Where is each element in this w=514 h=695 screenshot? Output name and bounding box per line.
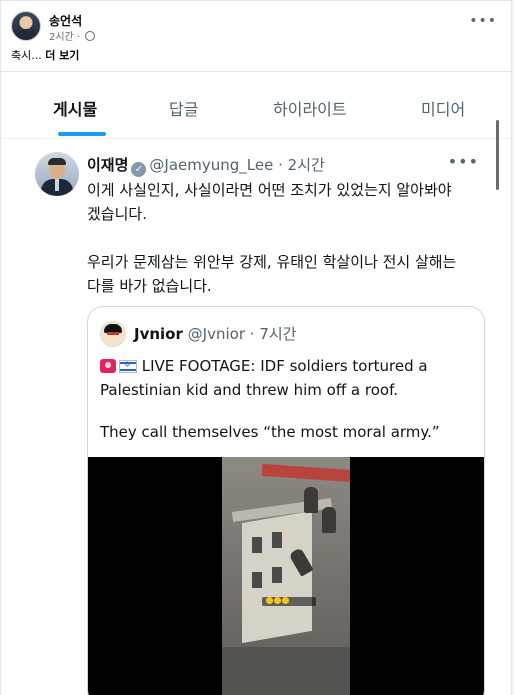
scrollbar[interactable] (496, 120, 499, 190)
separator-dot: · (278, 156, 283, 174)
tweet-author-name[interactable]: 이재명 (87, 156, 128, 174)
tweet-line: 우리가 문제삼는 위안부 강제, 유태인 학살이나 전시 살해는 (87, 253, 457, 271)
quoted-author-avatar[interactable] (100, 321, 126, 347)
post-time[interactable]: 2시간 (49, 32, 74, 43)
quoted-text-line: LIVE FOOTAGE: IDF soldiers tortured a (100, 357, 428, 375)
quoted-time[interactable]: 7시간 (259, 325, 296, 343)
see-more-link[interactable]: 더 보기 (45, 49, 79, 62)
quoted-line-3: They call themselves “the most moral arm… (100, 423, 440, 441)
embedded-screenshot[interactable]: 게시물 답글 하이라이트 미디어 이재명 ✓ @Jaemyung_Lee · 2시간… (1, 72, 511, 695)
more-options-icon[interactable]: ••• (469, 13, 497, 29)
tab-media[interactable]: 미디어 (421, 96, 465, 120)
tweet-line: 이게 사실인지, 사실이라면 어떤 조치가 있었는지 알아봐야 (87, 181, 452, 199)
quoted-line-2: Palestinian kid and threw him off a roof… (100, 381, 399, 399)
quoted-author-name[interactable]: Jvnior (134, 325, 183, 343)
caption-text: 축시... (11, 49, 42, 62)
quoted-header: Jvnior @Jvnior · 7시간 (134, 323, 297, 344)
active-tab-indicator (58, 132, 106, 136)
tweet-handle[interactable]: @Jaemyung_Lee (149, 156, 273, 174)
author-avatar[interactable] (11, 11, 41, 41)
post-caption: 축시... 더 보기 (11, 47, 79, 63)
tweet-line: 다를 바가 없습니다. (87, 277, 212, 295)
profile-tabs: 게시물 답글 하이라이트 미디어 (1, 72, 511, 138)
video-frame (222, 457, 350, 695)
tab-highlights[interactable]: 하이라이트 (273, 96, 347, 120)
video-player[interactable] (88, 457, 484, 695)
israel-flag-icon (119, 360, 137, 373)
quoted-line-1: LIVE FOOTAGE: IDF soldiers tortured a (137, 357, 428, 375)
tab-replies[interactable]: 답글 (169, 96, 198, 120)
facebook-post: 송언석 2시간 · ••• 축시... 더 보기 게시물 답글 하이라이트 미디… (0, 0, 512, 695)
post-meta: 2시간 · (49, 28, 96, 43)
post-header: 송언석 2시간 · ••• (11, 11, 501, 43)
tabs-divider (1, 138, 511, 139)
quoted-handle[interactable]: @Jvnior (188, 325, 245, 343)
tweet-more-icon[interactable]: ••• (448, 152, 479, 171)
quoted-tweet[interactable]: Jvnior @Jvnior · 7시간 LIVE FOOTAGE: IDF s… (87, 306, 485, 695)
tab-posts[interactable]: 게시물 (53, 96, 97, 120)
globe-icon (85, 31, 96, 41)
verified-badge-icon: ✓ (131, 162, 147, 177)
tweet-time[interactable]: 2시간 (288, 156, 325, 174)
tweet-line: 겠습니다. (87, 205, 147, 223)
tweet-body: 이게 사실인지, 사실이라면 어떤 조치가 있었는지 알아봐야 겠습니다. 우리… (87, 178, 487, 322)
separator-dot: · (249, 325, 255, 343)
tweet-author-avatar[interactable] (35, 152, 79, 196)
alert-siren-icon (100, 359, 116, 373)
tweet-header: 이재명 ✓ @Jaemyung_Lee · 2시간 (87, 154, 325, 177)
author-name[interactable]: 송언석 (49, 12, 82, 29)
